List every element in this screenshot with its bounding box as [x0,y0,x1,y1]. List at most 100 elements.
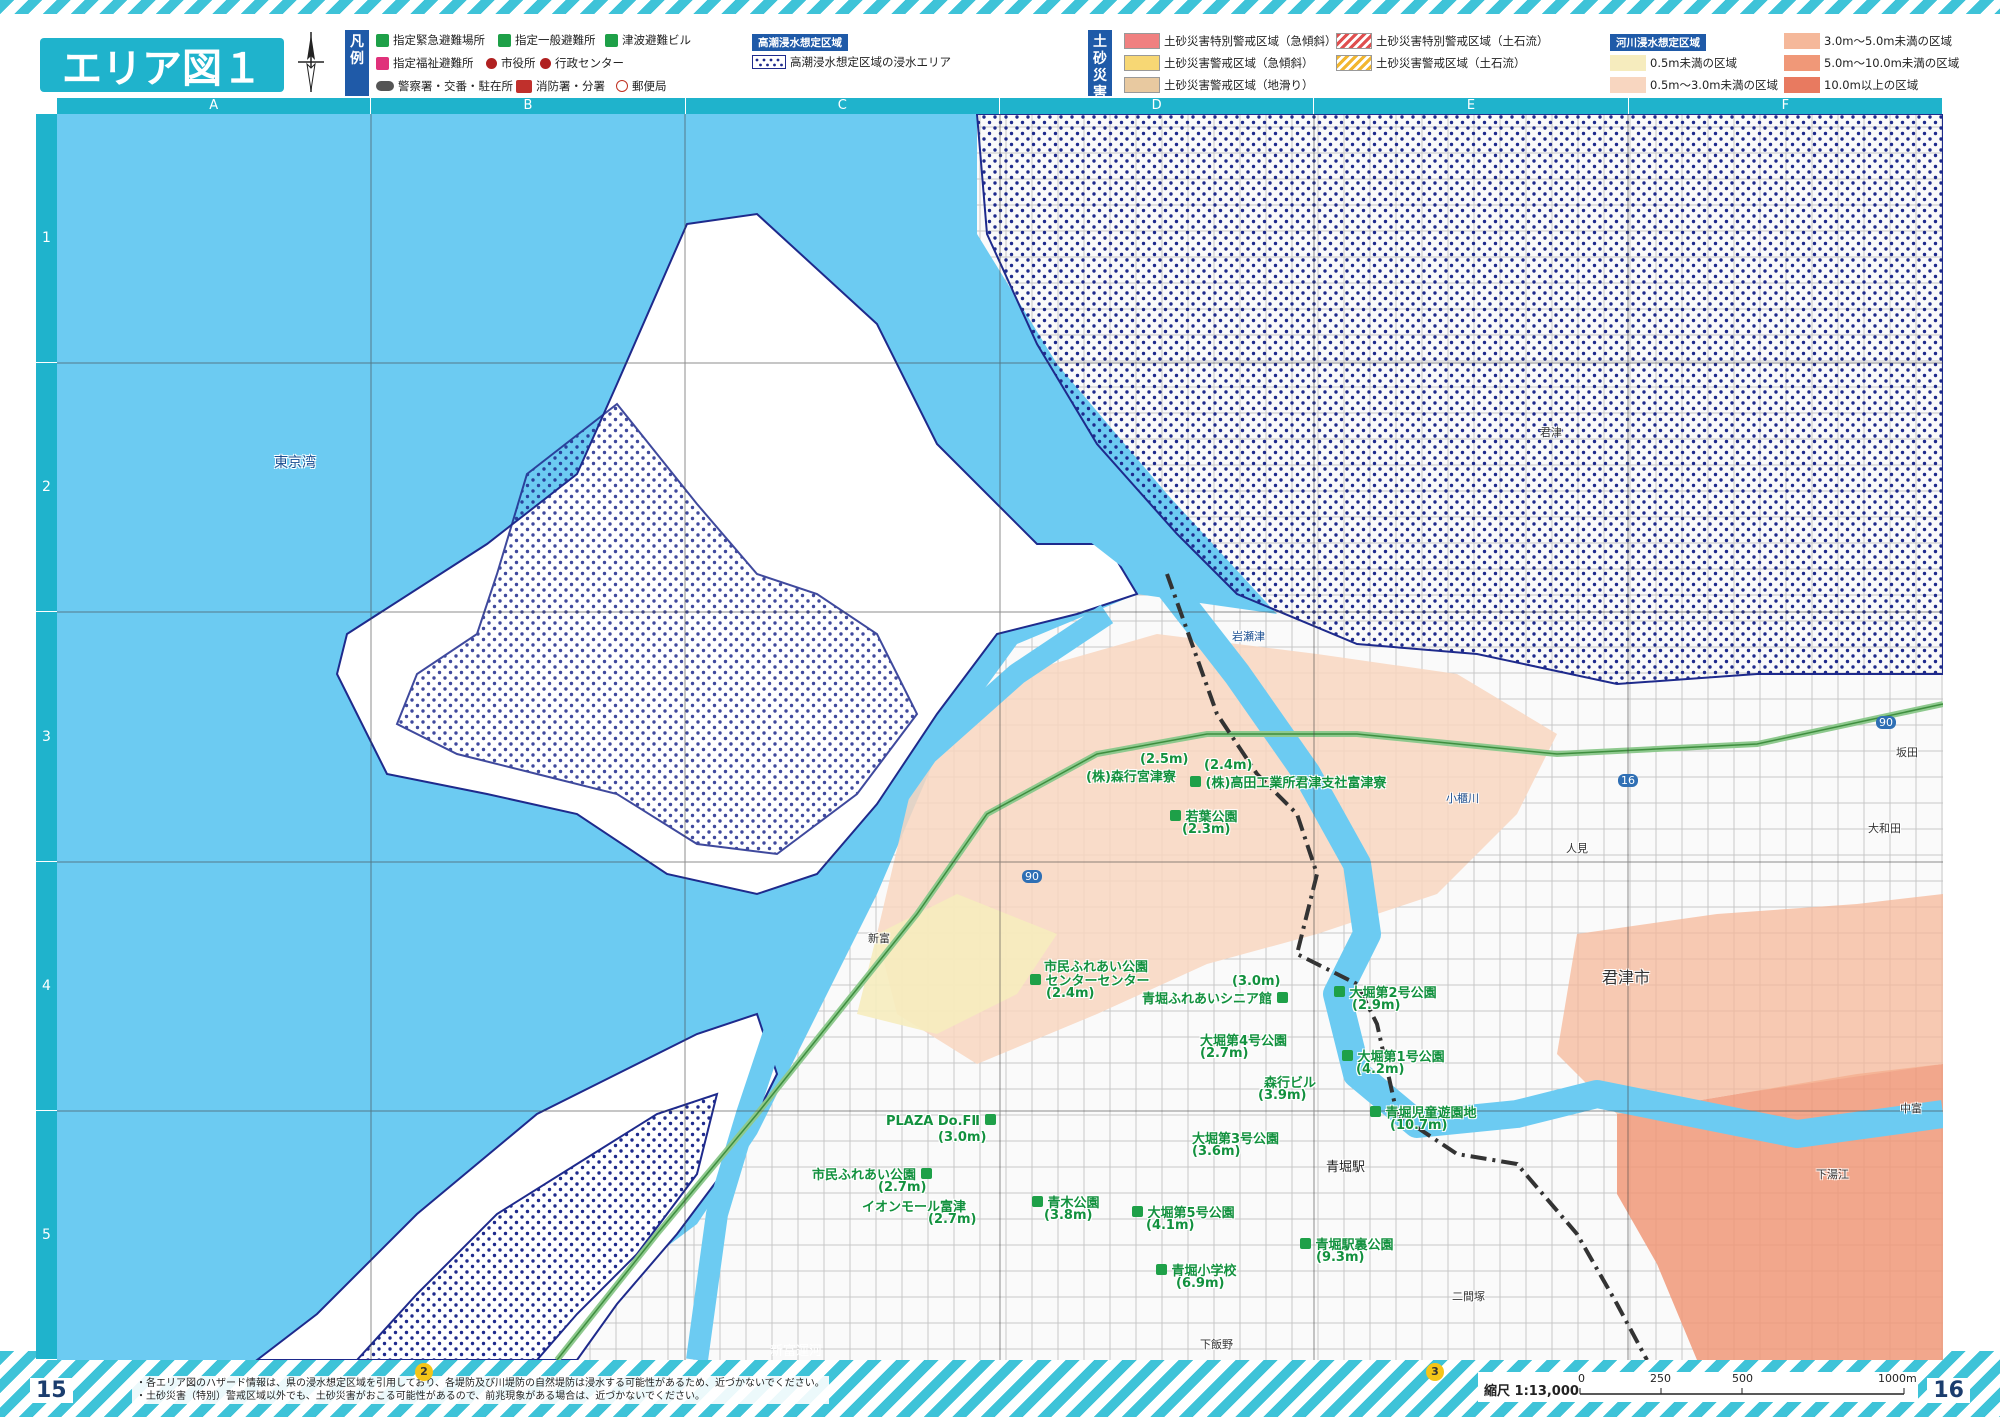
legend-item-police: 警察署・交番・駐在所 [376,78,513,94]
shelter-label[interactable]: (2.3m) [1182,822,1230,837]
row-header-bar: 1 2 3 4 5 [36,114,57,1361]
fire-station-icon [516,79,532,93]
shelter-label[interactable]: (3.6m) [1192,1144,1240,1159]
column-label: B [371,98,686,114]
general-shelter-icon [498,33,511,47]
place-label-aobori-station: 青堀駅 [1326,1160,1366,1175]
shelter-label[interactable]: (株)高田工業所君津支社富津寮 [1190,772,1386,791]
sediment-tag: 土砂災害 [1088,30,1112,101]
legend-item-sediment-special-steep: 土砂災害特別警戒区域（急傾斜） [1124,33,1337,49]
legend-item-storm-surge: 高潮浸水想定区域の浸水エリア [752,54,951,70]
place-label-sakata: 坂田 [1896,746,1918,759]
shelter-icon [984,1114,996,1125]
shelter-icon [1276,992,1288,1003]
shelter-label[interactable]: (2.7m) [878,1180,926,1195]
shelter-label[interactable]: (4.1m) [1146,1218,1194,1233]
legend-item-sediment-special-debris: 土砂災害特別警戒区域（土石流） [1336,33,1549,49]
footer-note-2: ・土砂災害（特別）警戒区域以外でも、土砂災害がおこる可能性があるので、前兆現象が… [136,1391,705,1402]
row-label: 4 [36,862,57,1111]
shelter-label[interactable]: (2.4m) [1046,986,1094,1001]
page-number-right: 16 [1927,1378,1970,1403]
shelter-icon [1342,1050,1353,1061]
scale-ruler [1579,1388,1905,1395]
road-number-90: 90 [1022,870,1042,883]
shelter-label[interactable]: (4.2m) [1356,1062,1404,1077]
place-label-shimoyu: 下湯江 [1816,1168,1849,1181]
scale-tick-0: 0 [1578,1372,1585,1385]
place-label-ohwada: 大和田 [1868,822,1901,835]
legend-tag: 凡例 [345,30,369,96]
place-label-kimitsu: 君津 [1540,426,1562,439]
shelter-label[interactable]: (10.7m) [1390,1118,1448,1133]
post-office-icon [616,80,628,92]
column-header-bar: A B C D E F [57,98,1943,114]
shelter-label[interactable]: PLAZA Do.FⅡ [886,1114,996,1129]
shelter-label[interactable]: 青堀ふれあいシニア館 [1142,988,1288,1007]
shelter-label[interactable]: (2.7m) [1200,1046,1248,1061]
adjacent-map-marker-2[interactable]: 2 [415,1363,433,1381]
river-flood-header: 河川浸水想定区域 [1610,34,1706,51]
shelter-icon [1300,1238,1311,1249]
place-label-shimoiino: 下飯野 [1200,1338,1233,1351]
shelter-label[interactable]: (6.9m) [1176,1276,1224,1291]
tsunami-building-icon [605,33,618,47]
legend-item-tsunami-building: 津波避難ビル [605,32,691,48]
emergency-shelter-icon [376,33,389,47]
legend-item-flood-1: 0.5m～3.0m未満の区域 [1610,77,1778,93]
road-number-16: 16 [1618,774,1638,787]
row-label: 1 [36,114,57,364]
column-label: D [1000,98,1315,114]
scale-tick-500: 500 [1732,1372,1753,1385]
shelter-icon [1334,986,1345,997]
admin-center-icon [540,57,551,69]
shelter-icon [920,1168,932,1179]
row-label: 2 [36,363,57,613]
column-label: C [686,98,1000,114]
compass-icon [298,32,324,92]
shelter-label[interactable]: (2.7m) [928,1212,976,1227]
row-label: 5 [36,1111,57,1361]
legend-item-flood-2: 3.0m～5.0m未満の区域 [1784,33,1952,49]
legend-item-sediment-steep: 土砂災害警戒区域（急傾斜） [1124,55,1314,71]
welfare-shelter-icon [376,56,389,70]
legend-item-fire-station: 消防署・分署 [516,78,605,94]
shelter-icon [1156,1264,1167,1275]
place-label-obitsu-river: 小櫃川 [1446,792,1479,805]
column-label: A [57,98,372,114]
shelter-label[interactable]: (3.0m) [938,1130,986,1145]
legend-item-city-hall: 市役所 [486,55,536,71]
shelter-icon [1170,810,1181,821]
legend-item-flood-3: 5.0m～10.0m未満の区域 [1784,55,1959,71]
shelter-icon [1032,1196,1043,1207]
shelter-label[interactable]: (2.5m) [1140,752,1188,767]
place-label-hitomi: 人見 [1566,842,1588,855]
shelter-label[interactable]: (3.0m) [1232,974,1280,989]
city-hall-icon [486,57,497,69]
shelter-label[interactable]: (株)森行宮津寮 [1086,766,1176,785]
shelter-icon [1132,1206,1143,1217]
storm-surge-header: 高潮浸水想定区域 [752,34,848,51]
scale-tick-1000: 1000m [1878,1372,1917,1385]
adjacent-map-marker-3[interactable]: 3 [1426,1363,1444,1381]
legend-item-emergency-shelter: 指定緊急避難場所 [376,32,485,48]
dot-pattern-swatch [752,55,786,69]
legend-item-general-shelter: 指定一般避難所 [498,32,596,48]
shelter-label[interactable]: (2.4m) [1204,758,1252,773]
scale-label: 縮尺 1:13,000 [1484,1384,1579,1399]
place-label-tokyo-bay: 東京湾 [274,455,316,471]
place-label-nibu: 二間塚 [1452,1290,1485,1303]
shelter-label[interactable]: (3.9m) [1258,1088,1306,1103]
page-title: エリア図１ [40,38,284,92]
place-label-shin-river: 新富運河 [770,1344,823,1359]
footer-note-1: ・各エリア図のハザード情報は、県の浸水想定区域を引用しており、各堤防及び川堤防の… [136,1378,825,1389]
hazard-map[interactable] [57,114,1943,1360]
legend-item-post-office: 郵便局 [616,78,667,94]
shelter-label[interactable]: (3.8m) [1044,1208,1092,1223]
shelter-label[interactable]: (2.9m) [1352,998,1400,1013]
column-label: F [1629,98,1943,114]
top-decorative-stripe [0,0,2000,14]
shelter-icon [1190,776,1201,787]
column-label: E [1314,98,1629,114]
shelter-label[interactable]: (9.3m) [1316,1250,1364,1265]
legend-item-admin-center: 行政センター [540,55,624,71]
